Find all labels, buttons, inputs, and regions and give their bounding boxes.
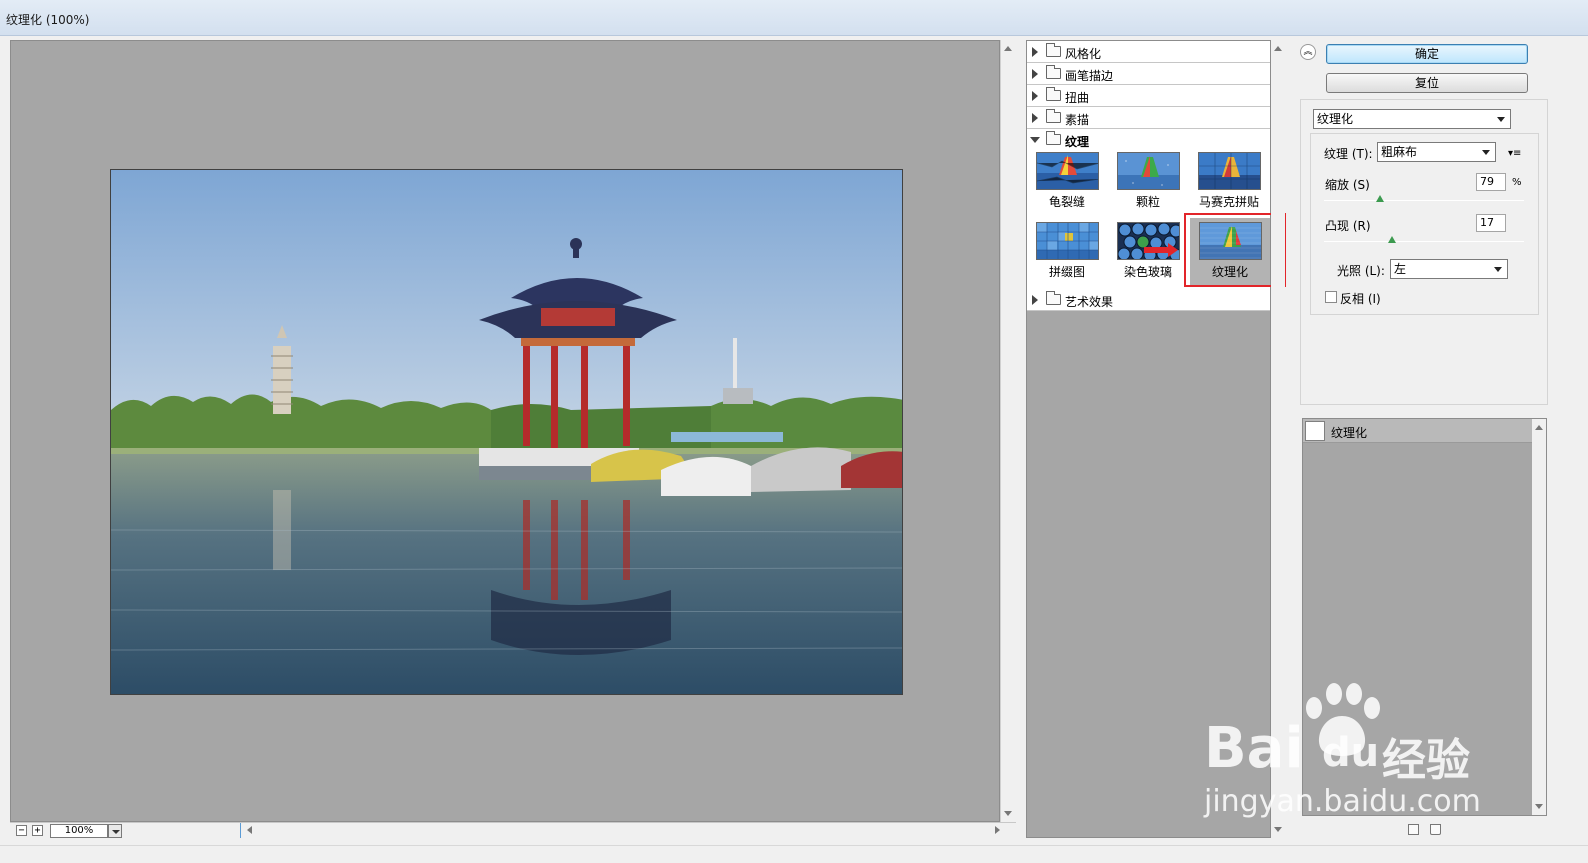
category-label: 风格化	[1065, 47, 1102, 61]
category-stylize[interactable]: 风格化	[1027, 41, 1270, 63]
preview-image	[110, 169, 903, 695]
category-sketch[interactable]: 素描	[1027, 107, 1270, 129]
scroll-up-arrow-icon[interactable]	[1274, 46, 1282, 51]
expand-triangle-icon[interactable]	[1032, 295, 1038, 305]
filter-craquelure[interactable]: 龟裂缝	[1035, 150, 1099, 210]
scroll-up-arrow-icon[interactable]	[1535, 425, 1543, 430]
filter-thumbnail	[1036, 222, 1099, 260]
filter-grain[interactable]: 颗粒	[1116, 150, 1180, 210]
invert-checkbox[interactable]	[1325, 291, 1337, 303]
filter-patchwork[interactable]: 拼缀图	[1035, 220, 1099, 280]
expand-triangle-icon[interactable]	[1032, 47, 1038, 57]
filter-label: 染色玻璃	[1123, 265, 1172, 279]
filter-type-select[interactable]: 纹理化	[1313, 109, 1511, 129]
category-label: 素描	[1065, 113, 1090, 127]
folder-icon	[1046, 87, 1061, 101]
relief-label: 凸现 (R)	[1325, 219, 1371, 233]
texture-menu-icon[interactable]: ▾≡	[1508, 148, 1521, 159]
filter-texturizer[interactable]: 纹理化	[1190, 218, 1270, 286]
relief-value-field[interactable]: 17	[1476, 214, 1506, 232]
scroll-down-arrow-icon[interactable]	[1274, 827, 1282, 832]
collapse-triangle-icon[interactable]	[1030, 137, 1040, 143]
scroll-right-arrow-icon[interactable]	[995, 826, 1000, 834]
scroll-down-arrow-icon[interactable]	[1535, 804, 1543, 809]
texture-filter-thumbnails: 龟裂缝 颗粒 马赛克拼贴 拼缀图 染色玻璃 纹理化	[1027, 148, 1270, 298]
reset-button[interactable]: 复位	[1326, 73, 1528, 93]
folder-icon	[1046, 43, 1061, 57]
category-artistic[interactable]: 艺术效果	[1027, 289, 1270, 311]
category-brush-strokes[interactable]: 画笔描边	[1027, 63, 1270, 85]
light-label: 光照 (L):	[1337, 264, 1385, 278]
texture-select[interactable]: 粗麻布	[1377, 142, 1496, 162]
filter-thumbnail	[1117, 152, 1180, 190]
layers-scrollbar[interactable]	[1532, 419, 1546, 815]
scroll-left-arrow-icon[interactable]	[247, 826, 252, 834]
effect-layers-panel: 纹理化	[1302, 418, 1547, 816]
filter-mosaic-tiles[interactable]: 马赛克拼贴	[1197, 150, 1261, 210]
open-folder-icon	[1046, 131, 1061, 145]
relief-slider-thumb[interactable]	[1388, 236, 1396, 243]
scale-slider-track[interactable]	[1324, 200, 1524, 201]
filter-label: 纹理化	[1211, 265, 1248, 279]
relief-slider-track[interactable]	[1324, 241, 1524, 242]
expand-triangle-icon[interactable]	[1032, 69, 1038, 79]
filter-label: 拼缀图	[1048, 265, 1085, 279]
expand-triangle-icon[interactable]	[1032, 113, 1038, 123]
scroll-down-arrow-icon[interactable]	[1004, 811, 1012, 816]
lake-pavilion-photo	[111, 170, 902, 694]
texture-label: 纹理 (T):	[1324, 147, 1373, 161]
zoom-dropdown-icon[interactable]	[108, 824, 122, 838]
delete-effect-layer-icon[interactable]	[1430, 824, 1441, 835]
filter-label: 龟裂缝	[1048, 195, 1085, 209]
filter-thumbnail	[1117, 222, 1180, 260]
preview-vertical-scrollbar[interactable]	[1000, 40, 1016, 822]
layer-label: 纹理化	[1331, 426, 1368, 440]
light-direction-select[interactable]: 左	[1390, 259, 1508, 279]
category-label: 扭曲	[1065, 91, 1090, 105]
scale-label: 缩放 (S)	[1325, 178, 1370, 192]
scroll-up-arrow-icon[interactable]	[1004, 46, 1012, 51]
category-distort[interactable]: 扭曲	[1027, 85, 1270, 107]
layer-visibility-icon[interactable]	[1305, 421, 1325, 441]
filter-thumbnail	[1199, 222, 1262, 260]
filter-gallery-dialog: − + 100% 风格化 画笔描边 扭曲 素描 纹理 龟裂缝 颗粒 马赛克拼贴 …	[0, 0, 1588, 863]
filter-stained-glass[interactable]: 染色玻璃	[1116, 220, 1180, 280]
gallery-scrollbar[interactable]	[1271, 40, 1285, 838]
filter-gallery-list: 风格化 画笔描边 扭曲 素描 纹理 龟裂缝 颗粒 马赛克拼贴 拼缀图 染色玻璃 …	[1026, 40, 1286, 838]
scale-value-field[interactable]: 79	[1476, 173, 1506, 191]
collapse-gallery-icon[interactable]: ︽	[1300, 44, 1316, 60]
zoom-out-button[interactable]: −	[16, 825, 27, 836]
effect-layer-row[interactable]: 纹理化	[1303, 419, 1532, 443]
category-label: 画笔描边	[1065, 69, 1114, 83]
folder-icon	[1046, 291, 1061, 305]
scale-unit: %	[1512, 177, 1522, 188]
zoom-bar: − + 100%	[10, 822, 1016, 838]
dialog-bottom-edge	[0, 845, 1588, 863]
new-effect-layer-icon[interactable]	[1408, 824, 1419, 835]
filter-label: 颗粒	[1135, 195, 1160, 209]
folder-icon	[1046, 65, 1061, 79]
zoom-level-field[interactable]: 100%	[50, 824, 108, 838]
folder-icon	[1046, 109, 1061, 123]
category-label: 艺术效果	[1065, 295, 1114, 309]
filter-label: 马赛克拼贴	[1198, 195, 1259, 209]
preview-canvas[interactable]	[10, 40, 1000, 822]
preview-horizontal-scrollbar[interactable]	[240, 823, 1006, 838]
ok-button[interactable]: 确定	[1326, 44, 1528, 64]
scale-slider-thumb[interactable]	[1376, 195, 1384, 202]
filter-thumbnail	[1198, 152, 1261, 190]
filter-thumbnail	[1036, 152, 1099, 190]
zoom-in-button[interactable]: +	[32, 825, 43, 836]
invert-label: 反相 (I)	[1340, 292, 1381, 306]
expand-triangle-icon[interactable]	[1032, 91, 1038, 101]
